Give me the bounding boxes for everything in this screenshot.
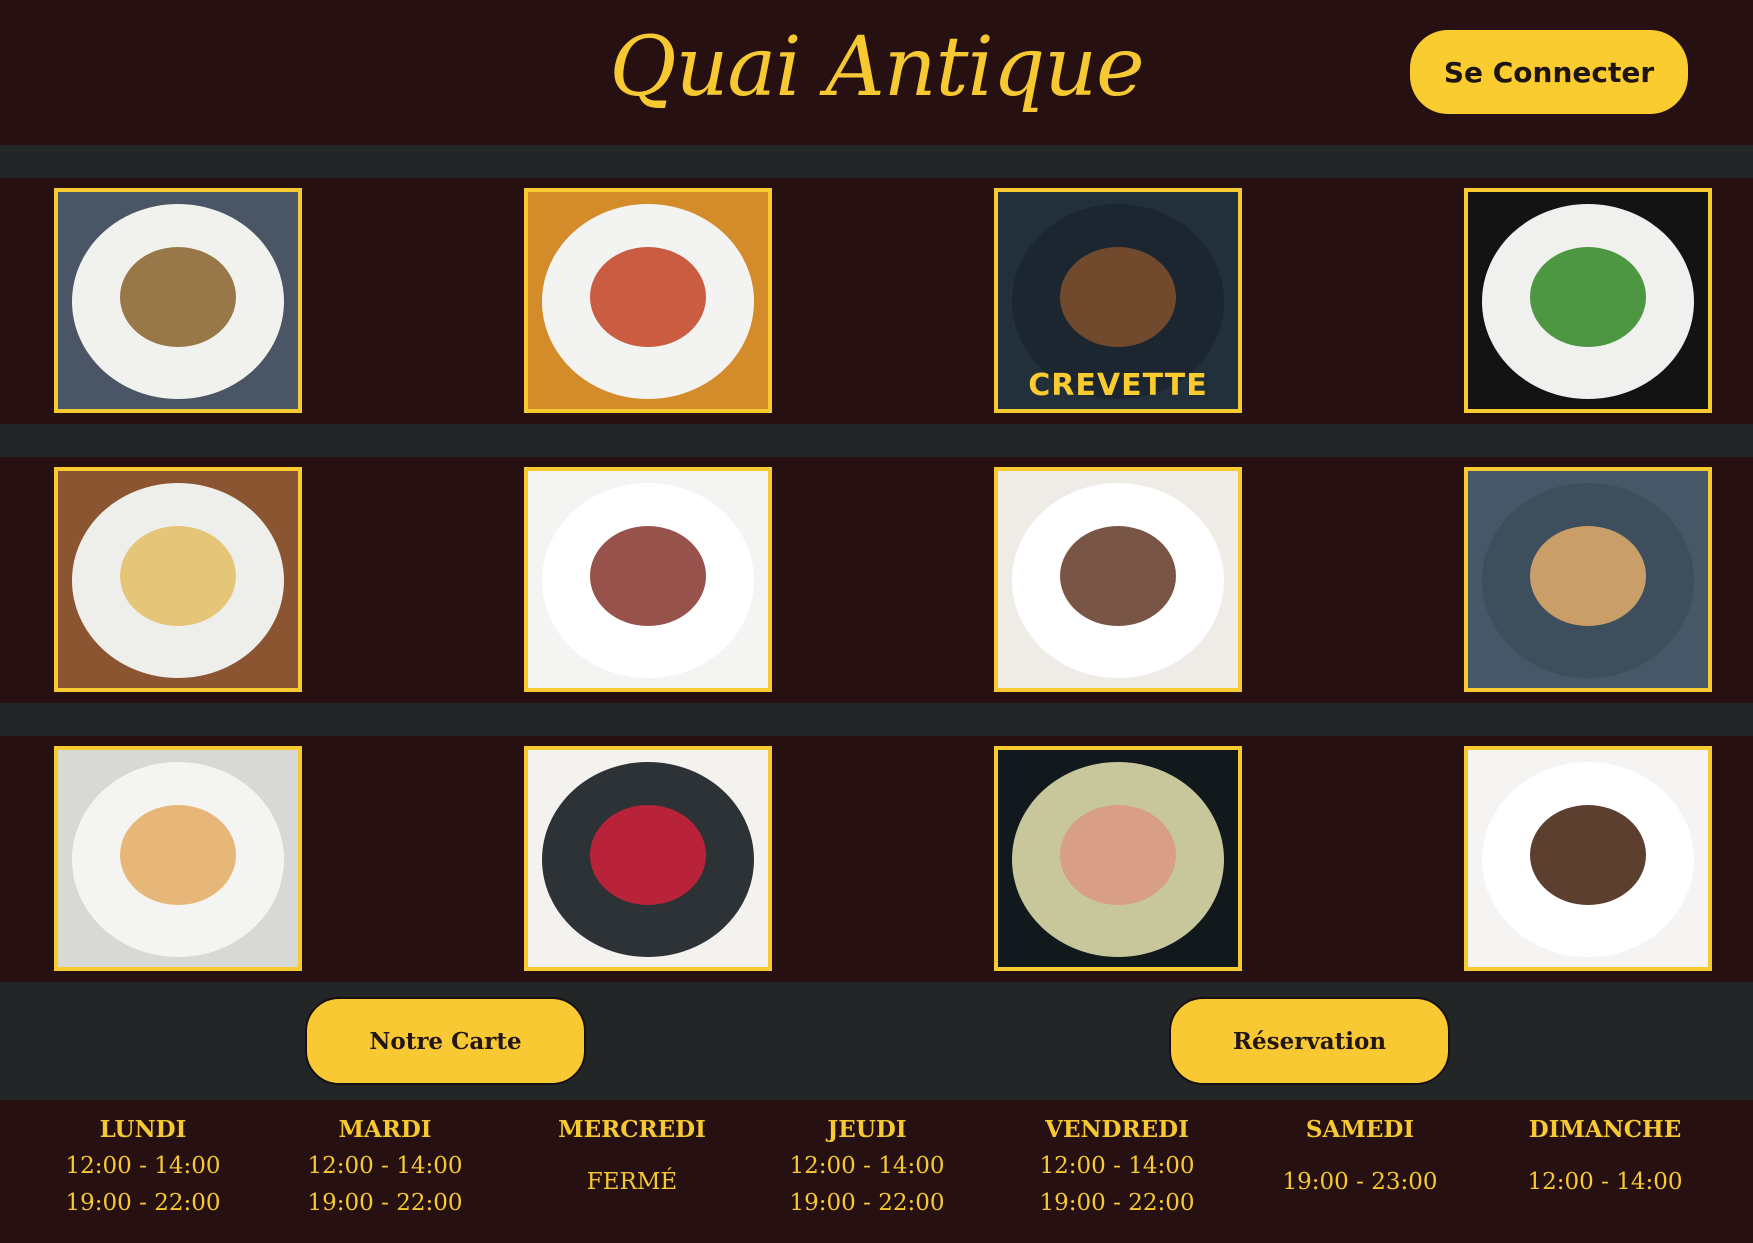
food-shape: [1060, 805, 1176, 905]
menu-button[interactable]: Notre Carte: [305, 997, 586, 1085]
food-shape: [120, 526, 236, 626]
gallery-image-brunch-dish[interactable]: [54, 188, 302, 413]
hours-mercredi: MERCREDI FERMÉ: [522, 1100, 742, 1243]
food-shape: [1060, 247, 1176, 347]
hours-jeudi: JEUDI 12:00 - 14:00 19:00 - 22:00: [757, 1100, 977, 1243]
separator-band: [0, 703, 1753, 736]
day-name: DIMANCHE: [1528, 1116, 1682, 1143]
day-name: MARDI: [338, 1116, 432, 1143]
hours-line: 19:00 - 22:00: [307, 1190, 463, 1216]
opening-hours: LUNDI 12:00 - 14:00 19:00 - 22:00 MARDI 12:0…: [0, 1100, 1753, 1243]
food-shape: [590, 805, 706, 905]
gallery-image-slate-plated-dish[interactable]: [524, 188, 772, 413]
login-button[interactable]: Se Connecter: [1410, 30, 1688, 114]
hours-line: FERMÉ: [586, 1169, 678, 1195]
gallery-image-fruit-tart[interactable]: [524, 746, 772, 971]
gallery-image-sliced-duck[interactable]: [524, 467, 772, 692]
separator-band: [0, 424, 1753, 457]
gallery-image-greek-salad[interactable]: [1464, 188, 1712, 413]
hours-line: 12:00 - 14:00: [1527, 1169, 1683, 1195]
food-shape: [1060, 526, 1176, 626]
food-shape: [590, 526, 706, 626]
site-header: Quai Antique Se Connecter: [0, 0, 1753, 145]
hours-mardi: MARDI 12:00 - 14:00 19:00 - 22:00: [275, 1100, 495, 1243]
hours-line: 19:00 - 22:00: [789, 1190, 945, 1216]
gallery-image-shrimp-spaghetti[interactable]: [1464, 467, 1712, 692]
hours-line: 19:00 - 22:00: [65, 1190, 221, 1216]
day-name: JEUDI: [827, 1116, 907, 1143]
gallery-row-1: CREVETTE: [0, 178, 1753, 424]
food-shape: [1530, 247, 1646, 347]
hours-line: 19:00 - 23:00: [1282, 1169, 1438, 1195]
food-shape: [590, 247, 706, 347]
day-name: MERCREDI: [558, 1116, 706, 1143]
food-shape: [120, 247, 236, 347]
day-name: VENDREDI: [1045, 1116, 1189, 1143]
hours-line: 12:00 - 14:00: [65, 1153, 221, 1179]
actions-band: [0, 982, 1753, 1100]
hours-line: 12:00 - 14:00: [307, 1153, 463, 1179]
hours-line: 19:00 - 22:00: [1039, 1190, 1195, 1216]
reservation-button[interactable]: Réservation: [1169, 997, 1450, 1085]
hours-line: 12:00 - 14:00: [789, 1153, 945, 1179]
hours-line: 12:00 - 14:00: [1039, 1153, 1195, 1179]
gallery-image-chocolate-brownie[interactable]: [1464, 746, 1712, 971]
gallery-image-rack-of-lamb[interactable]: [994, 467, 1242, 692]
gallery-row-3: [0, 736, 1753, 982]
food-shape: [1530, 526, 1646, 626]
gallery-row-2: [0, 457, 1753, 703]
tile-caption: CREVETTE: [1028, 368, 1208, 403]
food-shape: [120, 805, 236, 905]
gallery-image-shrimp-skewers[interactable]: CREVETTE: [994, 188, 1242, 413]
food-shape: [1530, 805, 1646, 905]
gallery-image-pancakes[interactable]: [54, 746, 302, 971]
day-name: SAMEDI: [1305, 1116, 1415, 1143]
hours-vendredi: VENDREDI 12:00 - 14:00 19:00 - 22:00: [1007, 1100, 1227, 1243]
hours-lundi: LUNDI 12:00 - 14:00 19:00 - 22:00: [33, 1100, 253, 1243]
gallery-image-macarons[interactable]: [994, 746, 1242, 971]
hours-samedi: SAMEDI 19:00 - 23:00: [1250, 1100, 1470, 1243]
separator-band: [0, 145, 1753, 178]
hours-dimanche: DIMANCHE 12:00 - 14:00: [1495, 1100, 1715, 1243]
day-name: LUNDI: [99, 1116, 187, 1143]
gallery-image-pasta-penne[interactable]: [54, 467, 302, 692]
